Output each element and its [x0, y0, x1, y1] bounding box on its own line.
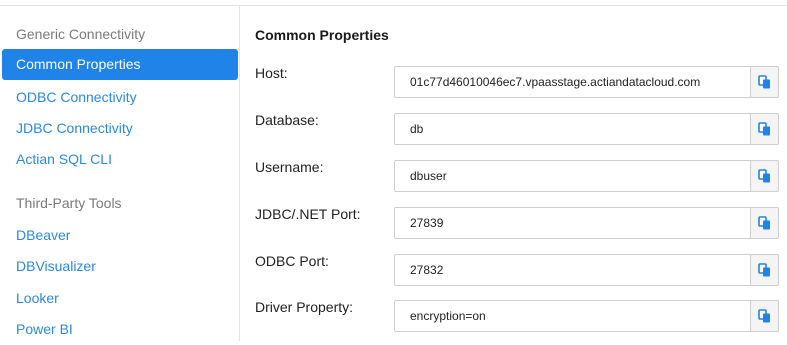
main-panel: Common Properties Host: Database: Userna… [240, 6, 787, 341]
copy-database-button[interactable] [750, 113, 779, 145]
copy-icon [758, 75, 770, 89]
section-label-third-party-tools: Third-Party Tools [16, 195, 122, 211]
property-row-driver-property: Driver Property: [240, 298, 787, 332]
sidebar-item-actian-sql-cli[interactable]: Actian SQL CLI [2, 144, 238, 175]
property-row-odbc-port: ODBC Port: [240, 252, 787, 286]
copy-odbc-port-button[interactable] [750, 254, 779, 286]
sidebar-item-power-bi[interactable]: Power BI [2, 314, 238, 345]
copy-icon [758, 263, 770, 277]
property-label: JDBC/.NET Port: [255, 206, 361, 222]
odbc-port-field[interactable] [394, 254, 750, 286]
sidebar: Generic Connectivity Common Properties O… [0, 6, 240, 341]
copy-username-button[interactable] [750, 160, 779, 192]
username-field[interactable] [394, 160, 750, 192]
copy-driver-property-button[interactable] [750, 300, 779, 332]
property-label: Host: [255, 65, 288, 81]
copy-jdbc-port-button[interactable] [750, 207, 779, 239]
sidebar-item-dbvisualizer[interactable]: DBVisualizer [2, 251, 238, 282]
database-field[interactable] [394, 113, 750, 145]
sidebar-item-common-properties[interactable]: Common Properties [2, 49, 238, 80]
sidebar-item-odbc-connectivity[interactable]: ODBC Connectivity [2, 82, 238, 113]
copy-host-button[interactable] [750, 66, 779, 98]
sidebar-item-dbeaver[interactable]: DBeaver [2, 220, 238, 251]
copy-icon [758, 216, 770, 230]
property-row-username: Username: [240, 158, 787, 192]
copy-icon [758, 169, 770, 183]
jdbc-port-field[interactable] [394, 207, 750, 239]
sidebar-item-looker[interactable]: Looker [2, 283, 238, 314]
driver-property-field[interactable] [394, 300, 750, 332]
property-row-database: Database: [240, 111, 787, 145]
copy-icon [758, 309, 770, 323]
sidebar-item-jdbc-connectivity[interactable]: JDBC Connectivity [2, 113, 238, 144]
property-label: Username: [255, 159, 324, 175]
property-label: ODBC Port: [255, 253, 329, 269]
section-label-generic-connectivity: Generic Connectivity [16, 26, 146, 42]
property-row-jdbc-port: JDBC/.NET Port: [240, 205, 787, 239]
property-label: Database: [255, 112, 319, 128]
page-title: Common Properties [255, 27, 389, 43]
property-row-host: Host: [240, 64, 787, 98]
copy-icon [758, 122, 770, 136]
property-label: Driver Property: [255, 299, 354, 315]
host-field[interactable] [394, 66, 750, 98]
